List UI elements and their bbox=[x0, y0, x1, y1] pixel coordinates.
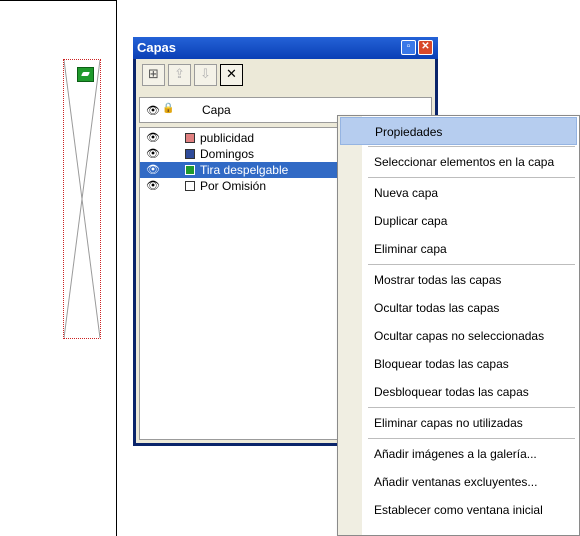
move-up-icon[interactable]: ⇪ bbox=[168, 64, 191, 86]
menu-item[interactable]: Eliminar capas no utilizadas bbox=[338, 409, 579, 437]
layer-color-swatch bbox=[185, 181, 195, 191]
layer-color-swatch bbox=[185, 133, 195, 143]
delete-layer-icon[interactable]: ✕ bbox=[220, 64, 243, 86]
eye-icon[interactable]: 👁 bbox=[146, 162, 160, 178]
move-down-icon[interactable]: ⇩ bbox=[194, 64, 217, 86]
layer-name: Por Omisión bbox=[200, 179, 267, 193]
new-layer-icon[interactable]: ⊞ bbox=[142, 64, 165, 86]
layer-column-label: Capa bbox=[202, 103, 231, 117]
menu-item[interactable]: Ocultar todas las capas bbox=[338, 294, 579, 322]
close-button[interactable]: ✕ bbox=[418, 40, 433, 55]
eye-icon[interactable]: 👁 bbox=[146, 130, 160, 146]
context-menu: Propiedades Seleccionar elementos en la c… bbox=[337, 115, 580, 536]
layer-color-swatch bbox=[185, 149, 195, 159]
menu-separator bbox=[368, 177, 575, 178]
image-placeholder[interactable] bbox=[63, 59, 101, 339]
menu-item[interactable]: Nueva capa bbox=[338, 179, 579, 207]
menu-item[interactable]: Ocultar capas no seleccionadas bbox=[338, 322, 579, 350]
layer-badge-icon[interactable] bbox=[77, 67, 94, 82]
layers-toolbar: ⊞ ⇪ ⇩ ✕ bbox=[142, 64, 243, 88]
layer-color-swatch bbox=[185, 165, 195, 175]
menu-item[interactable]: Seleccionar elementos en la capa bbox=[338, 148, 579, 176]
menu-item[interactable]: Desbloquear todas las capas bbox=[338, 378, 579, 406]
minimize-button[interactable]: ▫ bbox=[401, 40, 416, 55]
menu-item[interactable]: Bloquear todas las capas bbox=[338, 350, 579, 378]
eye-icon[interactable]: 👁 bbox=[146, 146, 160, 162]
layer-name: Tira despelgable bbox=[200, 163, 289, 177]
menu-separator bbox=[368, 146, 575, 147]
menu-separator bbox=[368, 438, 575, 439]
menu-item[interactable]: Añadir ventanas excluyentes... bbox=[338, 468, 579, 496]
menu-separator bbox=[368, 407, 575, 408]
menu-item[interactable]: Establecer como ventana inicial bbox=[338, 496, 579, 524]
eye-icon[interactable]: 👁 bbox=[146, 178, 160, 194]
menu-item[interactable]: Añadir imágenes a la galería... bbox=[338, 440, 579, 468]
panel-title: Capas bbox=[137, 40, 177, 55]
lock-column-icon: 🔒 bbox=[162, 103, 175, 114]
layer-name: publicidad bbox=[200, 131, 255, 145]
menu-item[interactable]: Duplicar capa bbox=[338, 207, 579, 235]
visibility-column-icon: 👁 bbox=[146, 105, 160, 117]
layer-name: Domingos bbox=[200, 147, 255, 161]
menu-separator bbox=[368, 264, 575, 265]
menu-item[interactable]: Propiedades bbox=[340, 117, 577, 145]
menu-item[interactable]: Mostrar todas las capas bbox=[338, 266, 579, 294]
menu-item[interactable]: Eliminar capa bbox=[338, 235, 579, 263]
panel-titlebar[interactable]: Capas ▫ ✕ bbox=[133, 37, 438, 59]
placeholder-cross-icon bbox=[64, 60, 100, 338]
